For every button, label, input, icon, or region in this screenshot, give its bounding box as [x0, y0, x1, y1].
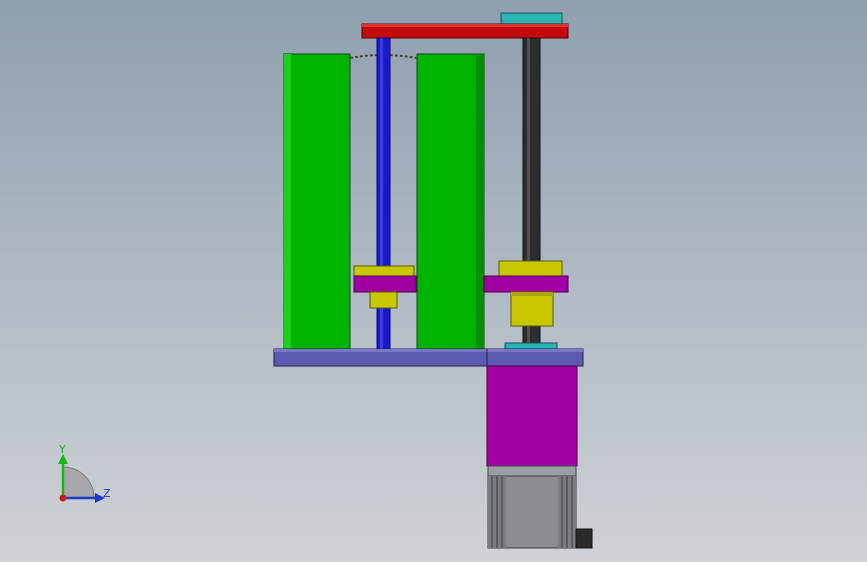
orientation-triad: Y Z [58, 443, 111, 503]
z-axis-label: Z [103, 487, 111, 500]
motor-connector[interactable] [575, 528, 593, 549]
cad-viewport[interactable]: Y Z [0, 0, 867, 562]
left-carriage-plate[interactable] [353, 275, 417, 293]
top-plate-highlight [362, 24, 568, 27]
y-axis-label: Y [58, 443, 66, 456]
top-coupler[interactable] [500, 12, 563, 26]
right-carriage-plate[interactable] [483, 275, 569, 293]
right-nut[interactable] [498, 260, 563, 277]
triad-rotation-arc [62, 466, 95, 499]
triad-origin-icon [59, 494, 67, 502]
guide-column-left-edge [284, 54, 291, 350]
base-plate-highlight [274, 349, 583, 352]
left-bearing[interactable] [369, 291, 398, 309]
right-bearing-shade [511, 292, 553, 296]
guide-column-right[interactable] [416, 53, 485, 351]
motor-flange[interactable] [487, 465, 577, 477]
guide-column-right-edge [476, 54, 484, 350]
guide-column-left[interactable] [283, 53, 351, 351]
right-bearing[interactable] [510, 291, 554, 327]
motor-housing[interactable] [486, 365, 578, 467]
left-nut[interactable] [353, 265, 415, 277]
